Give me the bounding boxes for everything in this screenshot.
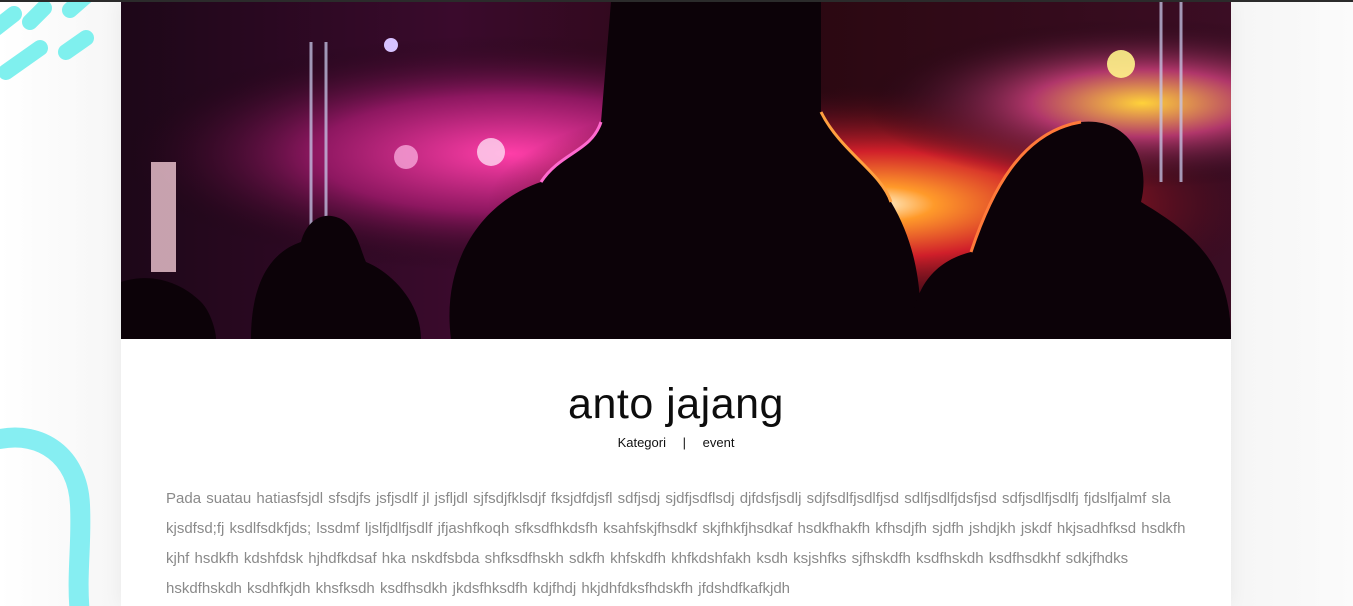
post-body: Pada suatau hatiasfsjdl sfsdjfs jsfjsdlf…: [166, 490, 1186, 597]
post-title: anto jajang: [568, 380, 784, 428]
post-meta: Kategori | event: [166, 435, 1186, 451]
article-content: anto jajang Kategori | event Pada suatau…: [121, 377, 1231, 604]
decorative-dashes-icon: [0, 0, 94, 80]
top-border: [0, 0, 1353, 2]
decorative-ring-icon: [0, 427, 91, 606]
page: anto jajang Kategori | event Pada suatau…: [0, 0, 1353, 606]
concert-crowd-image: [121, 2, 1231, 339]
category-value[interactable]: event: [703, 435, 735, 451]
meta-separator: |: [682, 435, 686, 450]
hero-image: [121, 2, 1231, 339]
article-card: anto jajang Kategori | event Pada suatau…: [121, 2, 1231, 606]
category-label: Kategori: [617, 435, 666, 450]
